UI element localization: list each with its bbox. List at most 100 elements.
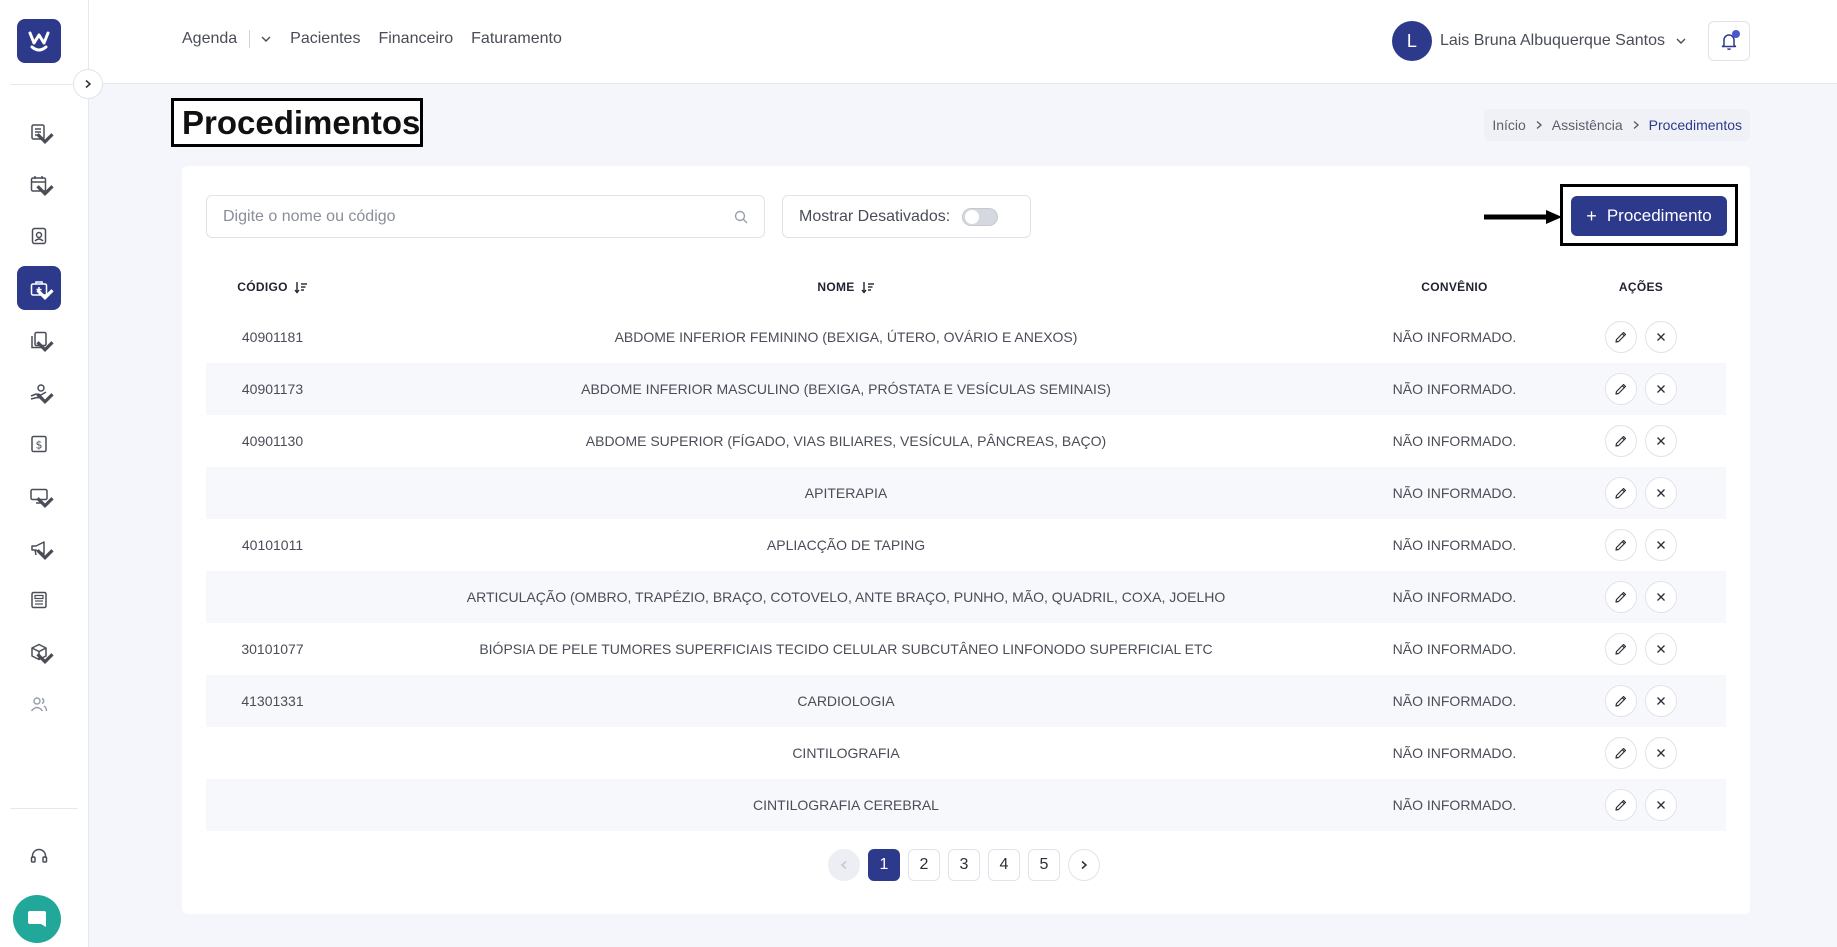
nav-financeiro[interactable]: Financeiro [378,30,453,48]
sidebar-item-documents[interactable] [17,318,61,362]
deactivate-button[interactable] [1645,581,1677,613]
column-name[interactable]: NOME [339,280,1353,294]
deactivate-button[interactable] [1645,425,1677,457]
deactivate-button[interactable] [1645,685,1677,717]
cell-code: 40101011 [241,537,304,553]
cell-actions [1556,685,1726,717]
cell-name: CINTILOGRAFIA CEREBRAL [753,797,939,813]
pencil-icon [1615,487,1627,499]
sidebar-item-finance[interactable]: $ [17,422,61,466]
app-logo[interactable] [17,19,61,63]
close-icon [1657,645,1665,653]
chevron-down-icon [36,497,54,509]
cell-code: 30101077 [241,641,304,657]
sidebar-item-contacts[interactable] [17,214,61,258]
search-icon[interactable] [734,210,748,224]
cell-actions [1556,425,1726,457]
deactivate-button[interactable] [1645,529,1677,561]
cell-actions [1556,737,1726,769]
table-row: 40901130 ABDOME SUPERIOR (FÍGADO, VIAS BI… [206,415,1726,467]
cell-convenio: NÃO INFORMADO. [1392,641,1517,657]
pagination: 12345 [828,849,1100,881]
pencil-icon [1615,695,1627,707]
nav-pacientes[interactable]: Pacientes [290,30,360,48]
sidebar-item-records[interactable] [17,110,61,154]
users-icon [30,697,48,712]
page-button[interactable]: 5 [1028,849,1060,881]
pencil-icon [1615,539,1627,551]
page-button[interactable]: 1 [868,849,900,881]
chevron-right-icon [1081,860,1088,870]
user-menu[interactable]: L Lais Bruna Albuquerque Santos [1391,21,1687,61]
search-input[interactable] [223,207,734,226]
page-button[interactable]: 2 [908,849,940,881]
notifications-button[interactable] [1708,21,1750,61]
edit-button[interactable] [1605,477,1637,509]
nav-agenda[interactable]: Agenda [182,30,237,48]
deactivate-button[interactable] [1645,789,1677,821]
cell-actions [1556,321,1726,353]
deactivate-button[interactable] [1645,737,1677,769]
cell-name: ARTICULAÇÃO (OMBRO, TRAPÉZIO, BRAÇO, COT… [466,589,1226,605]
sidebar-item-users[interactable] [17,682,61,726]
edit-button[interactable] [1605,685,1637,717]
breadcrumb-section[interactable]: Assistência [1552,117,1623,133]
show-disabled-toggle[interactable] [962,207,999,226]
edit-button[interactable] [1605,321,1637,353]
cell-convenio: NÃO INFORMADO. [1392,329,1517,345]
cell-name: ABDOME INFERIOR MASCULINO (BEXIGA, PRÓST… [581,381,1111,397]
cell-actions [1556,529,1726,561]
prev-page-button[interactable] [828,849,860,881]
add-procedure-button[interactable]: + Procedimento [1571,196,1727,236]
sidebar-item-assistance[interactable] [17,266,61,310]
next-page-button[interactable] [1068,849,1100,881]
sidebar-item-news[interactable] [17,578,61,622]
cell-actions [1556,477,1726,509]
nav-faturamento[interactable]: Faturamento [471,30,562,48]
show-disabled-filter: Mostrar Desativados: [782,195,1031,238]
dollar-icon: $ [31,435,47,453]
cell-convenio: NÃO INFORMADO. [1392,589,1517,605]
cell-name: ABDOME INFERIOR FEMININO (BEXIGA, ÚTERO,… [614,329,1078,345]
page-button[interactable]: 3 [948,849,980,881]
deactivate-button[interactable] [1645,633,1677,665]
breadcrumb-home[interactable]: Início [1492,117,1525,133]
chevron-left-icon [840,860,847,870]
edit-button[interactable] [1605,425,1637,457]
close-icon [1657,749,1665,757]
edit-button[interactable] [1605,789,1637,821]
notification-dot [1732,30,1740,38]
add-procedure-label: Procedimento [1606,206,1712,225]
deactivate-button[interactable] [1645,321,1677,353]
chevron-down-icon[interactable] [260,33,272,45]
column-code[interactable]: CÓDIGO [206,280,339,294]
svg-text:$: $ [36,439,43,452]
table-row: 40901173 ABDOME INFERIOR MASCULINO (BEXIG… [206,363,1726,415]
edit-button[interactable] [1605,529,1637,561]
sidebar-item-calendar[interactable] [17,162,61,206]
column-convenio: CONVÊNIO [1421,280,1488,294]
procedures-card: Mostrar Desativados: + Procedimento CÓDI… [182,166,1750,914]
sidebar-divider [10,808,78,809]
sidebar-item-monitor[interactable] [17,474,61,518]
chevron-down-icon [36,133,54,145]
pencil-icon [1615,643,1627,655]
arrow-right-icon [1484,210,1562,224]
edit-button[interactable] [1605,737,1637,769]
sidebar-collapse-button[interactable] [73,69,103,99]
top-nav: Agenda Pacientes Financeiro Faturamento [182,30,580,48]
sidebar-item-marketing[interactable] [17,526,61,570]
page-button[interactable]: 4 [988,849,1020,881]
deactivate-button[interactable] [1645,477,1677,509]
sidebar-item-inventory[interactable] [17,630,61,674]
sidebar-item-payments[interactable] [17,370,61,414]
edit-button[interactable] [1605,581,1637,613]
search-box [206,195,765,238]
table-row: 30101077 BIÓPSIA DE PELE TUMORES SUPERFIC… [206,623,1726,675]
edit-button[interactable] [1605,633,1637,665]
deactivate-button[interactable] [1645,373,1677,405]
sidebar-item-support[interactable] [17,834,61,878]
page-list: 12345 [868,849,1060,881]
edit-button[interactable] [1605,373,1637,405]
chat-widget-button[interactable] [13,895,61,943]
